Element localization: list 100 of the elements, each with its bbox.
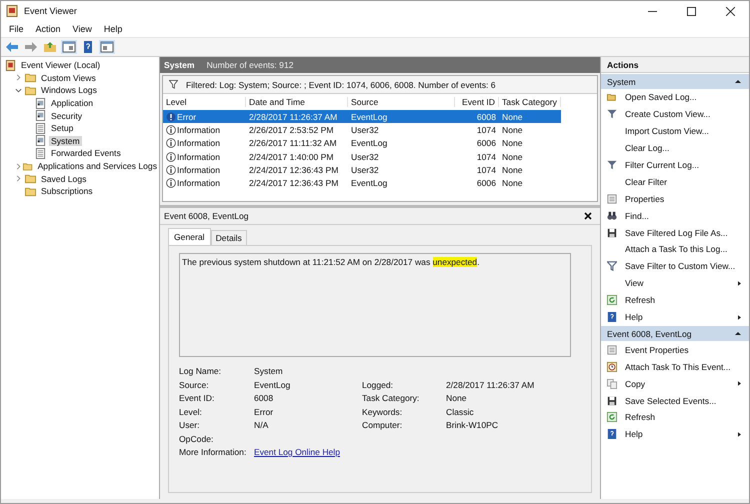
field-label: Task Category: (362, 393, 420, 403)
column-header[interactable]: Source (348, 97, 455, 107)
tab[interactable]: General (168, 228, 211, 245)
tree-item[interactable]: Security (49, 110, 84, 121)
task-link[interactable]: Event Properties (625, 344, 689, 355)
field-value: System (254, 366, 284, 376)
help-link[interactable]: Event Log Online Help (254, 447, 581, 457)
event-row[interactable]: Information 2/24/2017 12:36:43 PM EventLog 6006 None (163, 176, 561, 190)
info-icon (166, 138, 176, 148)
column-header[interactable]: Event ID (455, 97, 499, 107)
tab[interactable]: Details (210, 230, 247, 245)
tree-item[interactable]: Windows Logs (39, 85, 99, 96)
caret-icon[interactable] (15, 86, 22, 94)
info-icon (166, 152, 176, 162)
event-id-cell-text: 6006 (476, 138, 497, 148)
save-icon (607, 228, 617, 238)
collapse-icon[interactable] (735, 79, 741, 84)
task-link[interactable]: Import Custom View... (625, 126, 709, 136)
field-label: OpCode: (179, 434, 214, 444)
menu-item[interactable]: File (3, 24, 30, 34)
section-title: Event 6008, EventLog (607, 328, 692, 339)
maximize-icon[interactable] (687, 6, 696, 16)
caret-icon[interactable] (15, 162, 22, 170)
tree-item[interactable]: Forwarded Events (49, 148, 123, 158)
source-cell-text: User32 (350, 164, 380, 175)
task-link[interactable]: Attach Task To This Event... (625, 362, 731, 372)
event-row[interactable]: Information 2/26/2017 11:11:32 AM EventLog 6006 None (163, 136, 561, 150)
tree-item[interactable]: Custom Views (39, 72, 98, 83)
event-id-cell-text: 1074 (476, 164, 497, 175)
task-link[interactable]: Clear Log... (625, 143, 670, 154)
column-header[interactable]: Task Category (499, 97, 561, 107)
properties-icon (607, 194, 617, 204)
refresh-icon (607, 295, 617, 306)
task-link[interactable]: View (625, 278, 644, 288)
task-link[interactable]: Save Filtered Log File As... (625, 228, 728, 238)
task-link[interactable]: Refresh (625, 412, 656, 422)
level-text: Error (177, 112, 196, 122)
category-cell-text: None (501, 138, 524, 148)
task-link[interactable]: Properties (625, 194, 664, 204)
computer-log-icon (5, 60, 16, 71)
task-link[interactable]: Clear Filter (625, 176, 668, 187)
category-cell-text: None (501, 178, 524, 188)
task-link[interactable]: Help (625, 312, 643, 322)
level-text: Information (177, 124, 220, 135)
level-text: Information (177, 178, 220, 188)
close-icon[interactable] (584, 212, 592, 220)
column-header[interactable]: Date and Time (246, 97, 348, 107)
tree-item[interactable]: Applications and Services Logs (36, 161, 159, 172)
tree-item[interactable]: Application (49, 98, 96, 108)
event-row[interactable]: Error 2/28/2017 11:26:37 AM EventLog 6008 None (163, 110, 561, 124)
menu-item[interactable]: Action (30, 24, 67, 34)
tree-item[interactable]: Saved Logs (39, 174, 88, 184)
field-label: Computer: (362, 420, 404, 430)
tree-item[interactable]: Subscriptions (39, 186, 95, 196)
field-label: Log Name: (179, 366, 222, 376)
date-cell-text: 2/24/2017 12:36:43 PM (248, 178, 340, 188)
task-link[interactable]: Attach a Task To this Log... (625, 244, 728, 254)
tree-item[interactable]: Event Viewer (Local) (19, 60, 102, 70)
task-link[interactable]: Copy (625, 378, 646, 389)
field-value: None (446, 393, 468, 403)
close-icon[interactable] (726, 6, 735, 16)
task-link[interactable]: Save Filter to Custom View... (625, 261, 736, 272)
event-row[interactable]: Information 2/24/2017 12:36:43 PM User32 1074 None (163, 163, 561, 176)
date-cell-text: 2/28/2017 11:26:37 AM (248, 112, 338, 122)
field-value: N/A (254, 420, 270, 430)
task-link[interactable]: Create Custom View... (625, 109, 710, 120)
caret-icon[interactable] (15, 175, 22, 182)
tree-item[interactable]: System (49, 136, 82, 146)
event-id-cell-text: 6006 (476, 178, 497, 188)
task-link[interactable]: Filter Current Log... (625, 160, 700, 170)
back-arrow-icon[interactable] (4, 40, 20, 54)
event-row[interactable]: Information 2/24/2017 1:40:00 PM User32 1074 None (163, 150, 561, 164)
menu-item[interactable]: Help (98, 24, 128, 34)
event-id-cell-text: 1074 (476, 124, 497, 135)
collapse-icon[interactable] (735, 331, 741, 336)
task-link[interactable]: Open Saved Log... (625, 92, 697, 102)
funnel-icon (607, 261, 617, 272)
properties-icon (607, 344, 617, 355)
task-link[interactable]: Help (625, 429, 643, 440)
panel-icon[interactable] (99, 40, 115, 54)
event-row[interactable]: Information 2/26/2017 2:53:52 PM User32 1074 None (163, 123, 561, 137)
folder-up-icon[interactable] (42, 40, 58, 54)
forward-arrow-icon[interactable] (23, 40, 39, 54)
task-link[interactable]: Save Selected Events... (625, 396, 716, 406)
panel-icon[interactable] (61, 40, 77, 54)
info-icon (166, 178, 176, 188)
tree-item[interactable]: Setup (49, 123, 76, 134)
date-cell-text: 2/26/2017 2:53:52 PM (248, 124, 335, 135)
column-header[interactable]: Level (163, 97, 246, 107)
event-id-cell-text: 1074 (476, 152, 497, 162)
help-icon (607, 312, 617, 322)
task-link[interactable]: Find... (625, 210, 649, 221)
menu-item[interactable]: View (66, 24, 98, 34)
task-link[interactable]: Refresh (625, 295, 656, 306)
source-cell-text: User32 (350, 152, 380, 162)
caret-icon[interactable] (15, 74, 22, 82)
field-label: Keywords: (362, 406, 404, 416)
field-label: User: (179, 420, 201, 430)
actions-header: Actions (601, 57, 749, 73)
field-value: Classic (446, 406, 475, 416)
